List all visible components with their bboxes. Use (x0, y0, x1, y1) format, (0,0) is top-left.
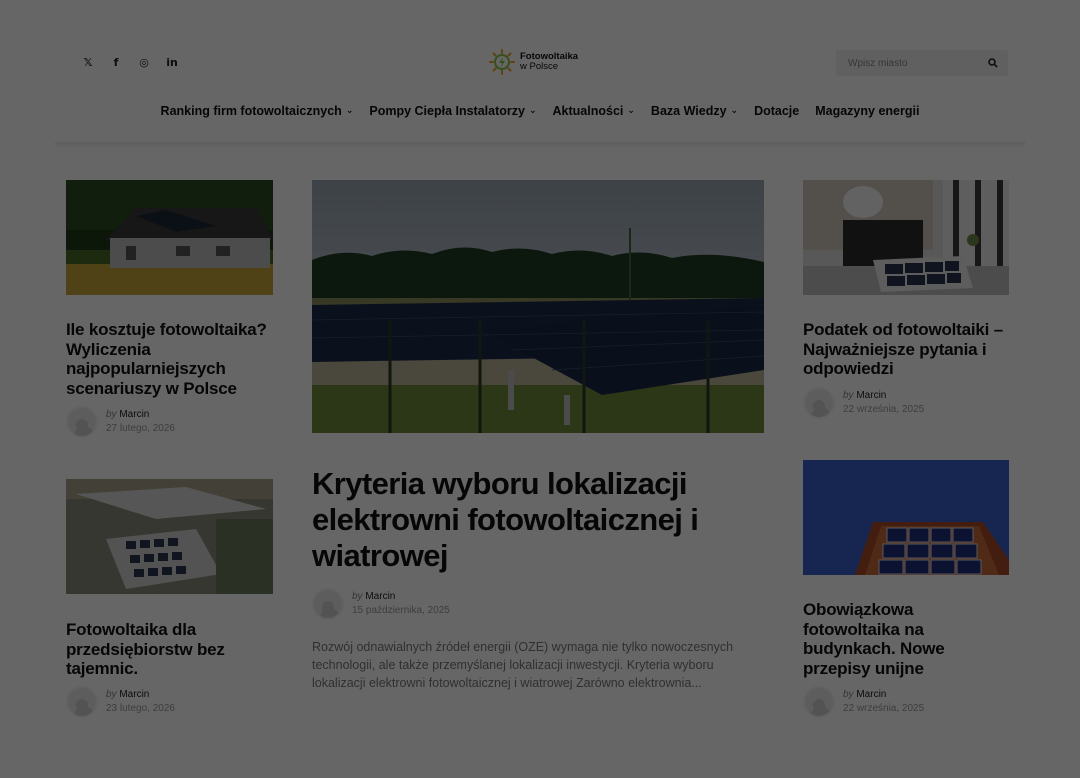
nav-item-baza-wiedzy[interactable]: Baza Wiedzy ⌄ (643, 104, 746, 118)
nav-divider (55, 142, 1025, 148)
article-meta: by Marcin 22 września, 2025 (803, 387, 924, 419)
by-label: by (352, 591, 363, 602)
chevron-down-icon: ⌄ (345, 106, 354, 116)
by-label: by (843, 689, 854, 700)
article-title[interactable]: Podatek od fotowoltaiki – Najważniejsze … (803, 320, 1013, 379)
article-image-factory[interactable] (66, 479, 273, 594)
hero-excerpt: Rozwój odnawialnych źródeł energii (OZE)… (312, 640, 734, 690)
chevron-down-icon: ⌄ (627, 106, 635, 116)
avatar[interactable] (312, 588, 344, 620)
article-title[interactable]: Ile kosztuje fotowoltaika? Wyliczenia na… (66, 320, 276, 398)
nav-label: Dotacje (754, 104, 800, 118)
article-image-house[interactable] (66, 180, 273, 295)
article-image-engineer[interactable] (803, 180, 1009, 295)
site-header: 𝕏 f ◎ in Fotowoltaika w Polsce Rankin (0, 0, 1080, 148)
solar-logo-icon (489, 49, 515, 75)
nav-item-aktualnosci[interactable]: Aktualności ⌄ (545, 104, 643, 118)
author-link[interactable]: Marcin (119, 409, 149, 420)
avatar[interactable] (803, 686, 835, 718)
logo-line2: w Polsce (520, 61, 559, 72)
by-label: by (106, 409, 117, 420)
nav-item-magazyny[interactable]: Magazyny energii (807, 104, 927, 118)
by-label: by (106, 689, 117, 700)
linkedin-icon[interactable]: in (164, 54, 180, 70)
x-icon[interactable]: 𝕏 (80, 54, 96, 70)
nav-label: Pompy Ciepła Instalatorzy (369, 104, 525, 118)
nav-label: Baza Wiedzy (650, 104, 727, 118)
social-links: 𝕏 f ◎ in (80, 54, 180, 70)
article-title[interactable]: Fotowoltaika dla przedsiębiorstw bez taj… (66, 620, 276, 679)
article-meta: by Marcin 22 września, 2025 (803, 686, 924, 718)
post-date: 23 lutego, 2026 (106, 703, 175, 714)
nav-item-dotacje[interactable]: Dotacje (746, 104, 807, 118)
article-title[interactable]: Obowiązkowa fotowoltaika na budynkach. N… (803, 600, 1013, 678)
chevron-down-icon: ⌄ (528, 106, 537, 116)
nav-label: Magazyny energii (815, 104, 920, 118)
facebook-icon[interactable]: f (108, 54, 124, 70)
main-nav: Ranking firm fotowoltaicznych ⌄ Pompy Cie… (0, 104, 1080, 118)
avatar[interactable] (66, 686, 98, 718)
nav-label: Aktualności (552, 104, 624, 118)
author-link[interactable]: Marcin (856, 689, 886, 700)
post-date: 22 września, 2025 (843, 703, 925, 714)
author-link[interactable]: Marcin (119, 689, 149, 700)
post-date: 15 października, 2025 (352, 605, 450, 616)
hero-image-solar-farm[interactable] (312, 180, 764, 433)
hero-article-title[interactable]: Kryteria wyboru lokalizacji elektrowni f… (312, 466, 752, 574)
post-date: 22 września, 2025 (843, 404, 925, 415)
article-meta: by Marcin 27 lutego, 2026 (66, 406, 175, 438)
search-input[interactable] (836, 57, 976, 69)
site-logo[interactable]: Fotowoltaika w Polsce (488, 48, 578, 76)
search-icon[interactable] (988, 58, 998, 68)
avatar[interactable] (803, 387, 835, 419)
nav-item-ranking[interactable]: Ranking firm fotowoltaicznych ⌄ (153, 104, 362, 118)
post-date: 27 lutego, 2026 (106, 423, 175, 434)
nav-item-pompy[interactable]: Pompy Ciepła Instalatorzy ⌄ (361, 104, 544, 118)
instagram-icon[interactable]: ◎ (136, 54, 152, 70)
article-meta: by Marcin 15 października, 2025 (312, 588, 450, 620)
article-meta: by Marcin 23 lutego, 2026 (66, 686, 175, 718)
by-label: by (843, 390, 854, 401)
search-box (836, 50, 1008, 76)
article-image-roof[interactable] (803, 460, 1009, 575)
author-link[interactable]: Marcin (856, 390, 886, 401)
chevron-down-icon: ⌄ (730, 106, 739, 116)
author-link[interactable]: Marcin (365, 591, 395, 602)
avatar[interactable] (66, 406, 98, 438)
nav-label: Ranking firm fotowoltaicznych (160, 104, 342, 118)
